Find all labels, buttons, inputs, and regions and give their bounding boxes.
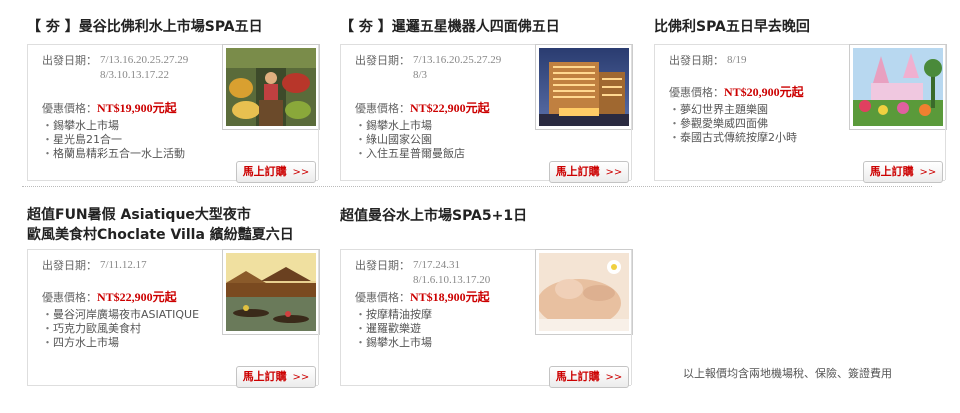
hotel-image [539,48,629,126]
feature-item: 綠山國家公園 [355,133,465,147]
tour-card-3: 比佛利SPA五日早去晚回 出發日期： 8/19 優惠價格：NT$20,900元起 … [654,16,954,183]
feature-list: 錫攀水上市場 綠山國家公園 入住五星普爾曼飯店 [355,119,465,161]
feature-item: 暹羅歡樂遊 [355,322,432,336]
tour-card-5: 超值曼谷水上市場SPA5+1日 出發日期： 7/17.24.31 8/1.6.10… [340,205,640,388]
feature-list: 夢幻世界主題樂園 參觀愛樂威四面佛 泰國古式傳統按摩2小時 [669,103,797,145]
feature-item: 夢幻世界主題樂園 [669,103,797,117]
book-now-button[interactable]: 馬上訂購 >> [236,161,316,183]
tour-title[interactable]: 超值曼谷水上市場SPA5+1日 [340,205,640,227]
tour-body: 出發日期：8/19 優惠價格：NT$20,900元起 夢幻世界主題樂園 參觀愛樂… [654,44,947,183]
feature-list: 按摩精油按摩 暹羅歡樂遊 錫攀水上市場 [355,308,432,350]
feature-item: 錫攀水上市場 [355,119,465,133]
feature-item: 按摩精油按摩 [355,308,432,322]
floating-market-photo[interactable] [222,44,320,130]
feature-item: 入住五星普爾曼飯店 [355,147,465,161]
tour-title[interactable]: 【 夯 】暹邏五星機器人四面佛五日 [340,16,640,38]
departure-dates: 出發日期： 7/13.16.20.25.27.29 8/3.10.13.17.22 [42,54,189,81]
feature-item: 曼谷河岸廣場夜市ASIATIQUE [42,308,199,322]
floating-market-image [226,48,316,126]
tour-title[interactable]: 比佛利SPA五日早去晚回 [654,16,954,38]
price: NT$19,900元起 [97,101,177,115]
price: NT$18,900元起 [410,290,490,304]
price-row: 優惠價格：NT$18,900元起 [355,290,490,304]
book-now-button[interactable]: 馬上訂購 >> [236,366,316,388]
feature-item: 泰國古式傳統按摩2小時 [669,131,797,145]
book-now-button[interactable]: 馬上訂購 >> [549,366,629,388]
tour-title[interactable]: 超值FUN暑假 Asiatique大型夜市 歐風美食村Choclate Villa… [27,205,327,245]
price: NT$20,900元起 [724,85,804,99]
price: NT$22,900元起 [97,290,177,304]
tour-card-4: 超值FUN暑假 Asiatique大型夜市 歐風美食村Choclate Villa… [27,205,327,388]
departure-dates: 出發日期： 7/17.24.31 8/1.6.10.13.17.20 [355,259,491,286]
tour-body: 出發日期： 7/13.16.20.25.27.29 8/3.10.13.17.22… [27,44,320,183]
row-divider [22,186,932,187]
book-now-button[interactable]: 馬上訂購 >> [549,161,629,183]
departure-dates: 出發日期： 7/11.12.17 [42,259,147,272]
theme-park-image [853,48,943,126]
feature-item: 錫攀水上市場 [42,119,185,133]
spa-massage-photo[interactable] [535,249,633,335]
tour-card-1: 【 夯 】曼谷比佛利水上市場SPA五日 出發日期： 7/13.16.20.25.2… [27,16,327,183]
feature-item: 格蘭島精彩五合一水上活動 [42,147,185,161]
price-row: 優惠價格：NT$20,900元起 [669,85,804,99]
feature-list: 曼谷河岸廣場夜市ASIATIQUE 巧克力歐風美食村 四方水上市場 [42,308,199,350]
tour-body: 出發日期： 7/13.16.20.25.27.29 8/3 優惠價格：NT$22,… [340,44,633,183]
feature-item: 巧克力歐風美食村 [42,322,199,336]
floating-market-boats-photo[interactable] [222,249,320,335]
tour-body: 出發日期： 7/17.24.31 8/1.6.10.13.17.20 優惠價格：N… [340,249,633,388]
feature-item: 錫攀水上市場 [355,336,432,350]
feature-item: 星光島21合一 [42,133,185,147]
departure-dates: 出發日期： 7/13.16.20.25.27.29 8/3 [355,54,502,81]
tour-card-2: 【 夯 】暹邏五星機器人四面佛五日 出發日期： 7/13.16.20.25.27.… [340,16,640,183]
price-note: 以上報價均含兩地機場稅、保險、簽證費用 [683,367,892,380]
price: NT$22,900元起 [410,101,490,115]
theme-park-photo[interactable] [849,44,947,130]
feature-item: 參觀愛樂威四面佛 [669,117,797,131]
price-row: 優惠價格：NT$19,900元起 [42,101,177,115]
feature-item: 四方水上市場 [42,336,199,350]
floating-market-boats-image [226,253,316,331]
book-now-button[interactable]: 馬上訂購 >> [863,161,943,183]
spa-image [537,253,629,331]
tour-body: 出發日期：7/11.12.17 優惠價格：NT$22,900元起 曼谷河岸廣場夜… [27,249,320,388]
feature-list: 錫攀水上市場 星光島21合一 格蘭島精彩五合一水上活動 [42,119,185,161]
hotel-night-photo[interactable] [535,44,633,130]
departure-dates: 出發日期： 8/19 [669,54,747,67]
price-row: 優惠價格：NT$22,900元起 [355,101,490,115]
tour-title[interactable]: 【 夯 】曼谷比佛利水上市場SPA五日 [27,16,327,38]
price-row: 優惠價格：NT$22,900元起 [42,290,177,304]
